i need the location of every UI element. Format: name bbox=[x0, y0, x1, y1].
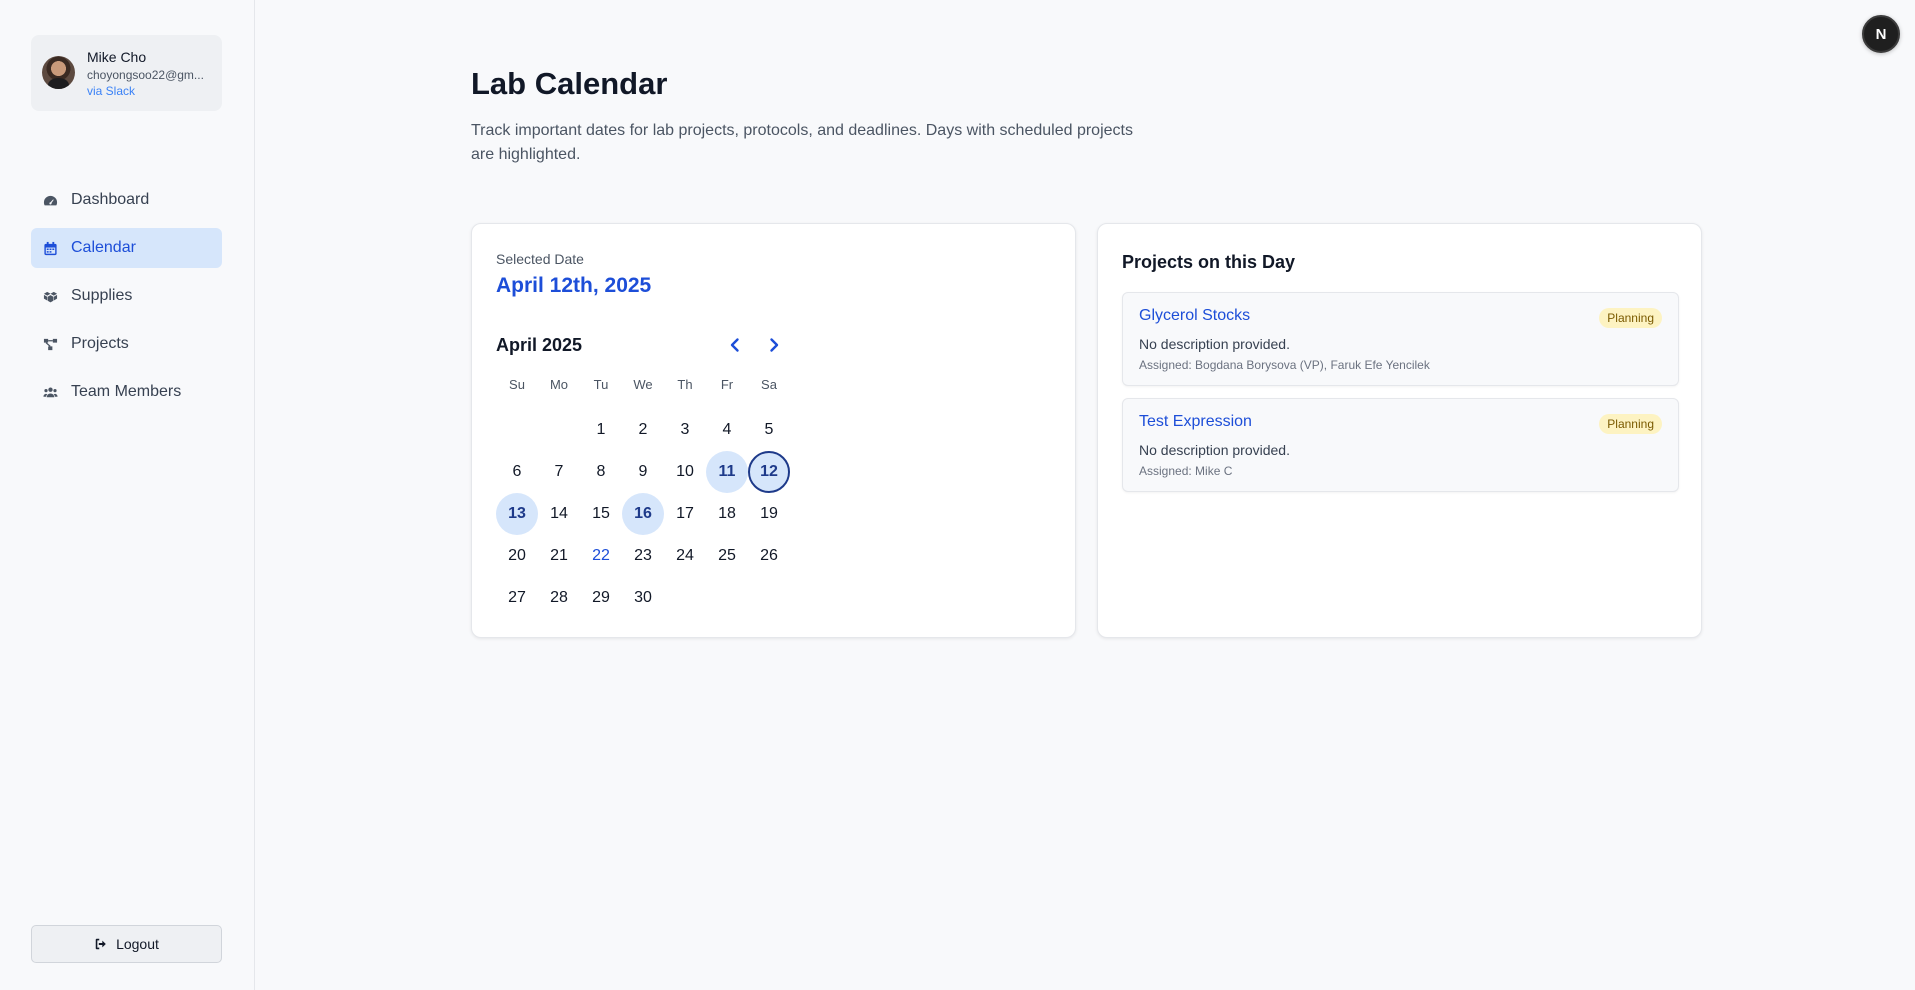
calendar-day bbox=[748, 577, 790, 619]
weekday-label: Th bbox=[677, 377, 693, 392]
calendar-day bbox=[496, 409, 538, 451]
calendar-day bbox=[538, 409, 580, 451]
sidebar-item-label: Projects bbox=[71, 335, 129, 352]
calendar-day[interactable]: 7 bbox=[538, 451, 580, 493]
project-name-link[interactable]: Test Expression bbox=[1139, 413, 1252, 431]
selected-date-value: April 12th, 2025 bbox=[496, 274, 652, 297]
calendar-day[interactable]: 30 bbox=[622, 577, 664, 619]
calendar-day[interactable]: 23 bbox=[622, 535, 664, 577]
calendar-week: 27 28 29 30 bbox=[496, 577, 790, 619]
sidebar-nav: Dashboard Calendar Supplies Projects Tea… bbox=[31, 180, 222, 420]
sidebar-item-team-members[interactable]: Team Members bbox=[31, 372, 222, 412]
chevron-left-icon bbox=[730, 338, 739, 352]
users-icon bbox=[42, 384, 58, 400]
calendar-day[interactable]: 20 bbox=[496, 535, 538, 577]
sidebar-item-label: Calendar bbox=[71, 239, 136, 256]
project-diagram-icon bbox=[42, 336, 58, 352]
calendar-day[interactable]: 16 bbox=[622, 493, 664, 535]
logout-label: Logout bbox=[116, 936, 159, 952]
sidebar-item-calendar[interactable]: Calendar bbox=[31, 228, 222, 268]
project-item[interactable]: Glycerol Stocks Planning No description … bbox=[1122, 292, 1679, 386]
weekday-label: Fr bbox=[720, 377, 734, 392]
calendar-day[interactable]: 14 bbox=[538, 493, 580, 535]
calendar-day bbox=[664, 577, 706, 619]
sidebar: Mike Cho choyongsoo22@gm... via Slack Da… bbox=[0, 0, 255, 990]
project-assigned: Assigned: Bogdana Borysova (VP), Faruk E… bbox=[1139, 358, 1430, 372]
chevron-right-icon bbox=[770, 338, 779, 352]
status-badge: Planning bbox=[1599, 308, 1662, 328]
calendar-day[interactable]: 15 bbox=[580, 493, 622, 535]
sidebar-item-projects[interactable]: Projects bbox=[31, 324, 222, 364]
calendar-day[interactable]: 11 bbox=[706, 451, 748, 493]
boxes-icon bbox=[42, 288, 58, 304]
user-via-slack: via Slack bbox=[87, 84, 136, 98]
weekday-label: Mo bbox=[549, 377, 569, 392]
sidebar-item-label: Team Members bbox=[71, 383, 182, 400]
gauge-icon bbox=[42, 192, 58, 208]
calendar-grid: 12345 6 7 8 9 10 11 12 13 14 15 16 17 18 19 20 21 22 23… bbox=[496, 409, 790, 619]
calendar-day[interactable]: 10 bbox=[664, 451, 706, 493]
avatar bbox=[42, 56, 75, 89]
status-badge: Planning bbox=[1599, 414, 1662, 434]
calendar-day[interactable]: 2 bbox=[622, 409, 664, 451]
next-month-button[interactable] bbox=[762, 333, 786, 357]
weekday-label: Sa bbox=[761, 377, 777, 392]
user-email: choyongsoo22@gm... bbox=[87, 68, 204, 82]
calendar-icon bbox=[42, 240, 58, 256]
calendar-day[interactable]: 19 bbox=[748, 493, 790, 535]
page-title: Lab Calendar bbox=[471, 66, 668, 101]
page-description: Track important dates for lab projects, … bbox=[471, 122, 1133, 163]
calendar-day-today[interactable]: 22 bbox=[580, 535, 622, 577]
sidebar-item-supplies[interactable]: Supplies bbox=[31, 276, 222, 316]
calendar-day[interactable]: 29 bbox=[580, 577, 622, 619]
calendar-week: 12345 bbox=[496, 409, 790, 451]
weekday-label: Tu bbox=[593, 377, 609, 392]
calendar-day[interactable]: 5 bbox=[748, 409, 790, 451]
calendar-day[interactable]: 25 bbox=[706, 535, 748, 577]
project-name-link[interactable]: Glycerol Stocks bbox=[1139, 307, 1250, 325]
calendar-day[interactable]: 26 bbox=[748, 535, 790, 577]
calendar-day[interactable]: 27 bbox=[496, 577, 538, 619]
previous-month-button[interactable] bbox=[723, 333, 747, 357]
project-list: Glycerol Stocks Planning No description … bbox=[1122, 292, 1679, 504]
calendar-day-selected[interactable]: 12 bbox=[748, 451, 790, 493]
projects-card: Projects on this Day Glycerol Stocks Pla… bbox=[1097, 223, 1702, 638]
projects-panel-title: Projects on this Day bbox=[1122, 252, 1296, 272]
user-name: Mike Cho bbox=[87, 49, 147, 65]
calendar-day bbox=[706, 577, 748, 619]
calendar-card: Selected Date April 12th, 2025 April 202… bbox=[471, 223, 1076, 638]
logout-button[interactable]: Logout bbox=[31, 925, 222, 963]
sidebar-item-label: Dashboard bbox=[71, 191, 150, 208]
project-description: No description provided. bbox=[1139, 442, 1290, 458]
dev-tools-badge-button[interactable]: N bbox=[1862, 15, 1900, 53]
calendar-week: 6 7 8 9 10 11 12 bbox=[496, 451, 790, 493]
user-card[interactable]: Mike Cho choyongsoo22@gm... via Slack bbox=[31, 35, 222, 111]
calendar-day[interactable]: 9 bbox=[622, 451, 664, 493]
calendar-day[interactable]: 17 bbox=[664, 493, 706, 535]
selected-date-label: Selected Date bbox=[496, 251, 584, 267]
sign-out-icon bbox=[95, 938, 106, 950]
project-description: No description provided. bbox=[1139, 336, 1290, 352]
calendar-day[interactable]: 4 bbox=[706, 409, 748, 451]
sidebar-item-dashboard[interactable]: Dashboard bbox=[31, 180, 222, 220]
calendar-day[interactable]: 1 bbox=[580, 409, 622, 451]
project-assigned: Assigned: Mike C bbox=[1139, 464, 1233, 478]
calendar-day[interactable]: 3 bbox=[664, 409, 706, 451]
calendar-week: 20 21 22 23 24 25 26 bbox=[496, 535, 790, 577]
calendar-week: 13 14 15 16 17 18 19 bbox=[496, 493, 790, 535]
calendar-day[interactable]: 13 bbox=[496, 493, 538, 535]
calendar-day[interactable]: 8 bbox=[580, 451, 622, 493]
weekday-label: Su bbox=[509, 377, 525, 392]
calendar-day[interactable]: 21 bbox=[538, 535, 580, 577]
project-item[interactable]: Test Expression Planning No description … bbox=[1122, 398, 1679, 492]
calendar-day[interactable]: 6 bbox=[496, 451, 538, 493]
calendar-day[interactable]: 28 bbox=[538, 577, 580, 619]
weekday-label: We bbox=[633, 377, 653, 392]
calendar-day[interactable]: 18 bbox=[706, 493, 748, 535]
sidebar-item-label: Supplies bbox=[71, 287, 133, 304]
calendar-day[interactable]: 24 bbox=[664, 535, 706, 577]
month-label: April 2025 bbox=[496, 335, 583, 355]
weekday-header: Su Mo Tu We Th Fr Sa bbox=[496, 377, 790, 392]
